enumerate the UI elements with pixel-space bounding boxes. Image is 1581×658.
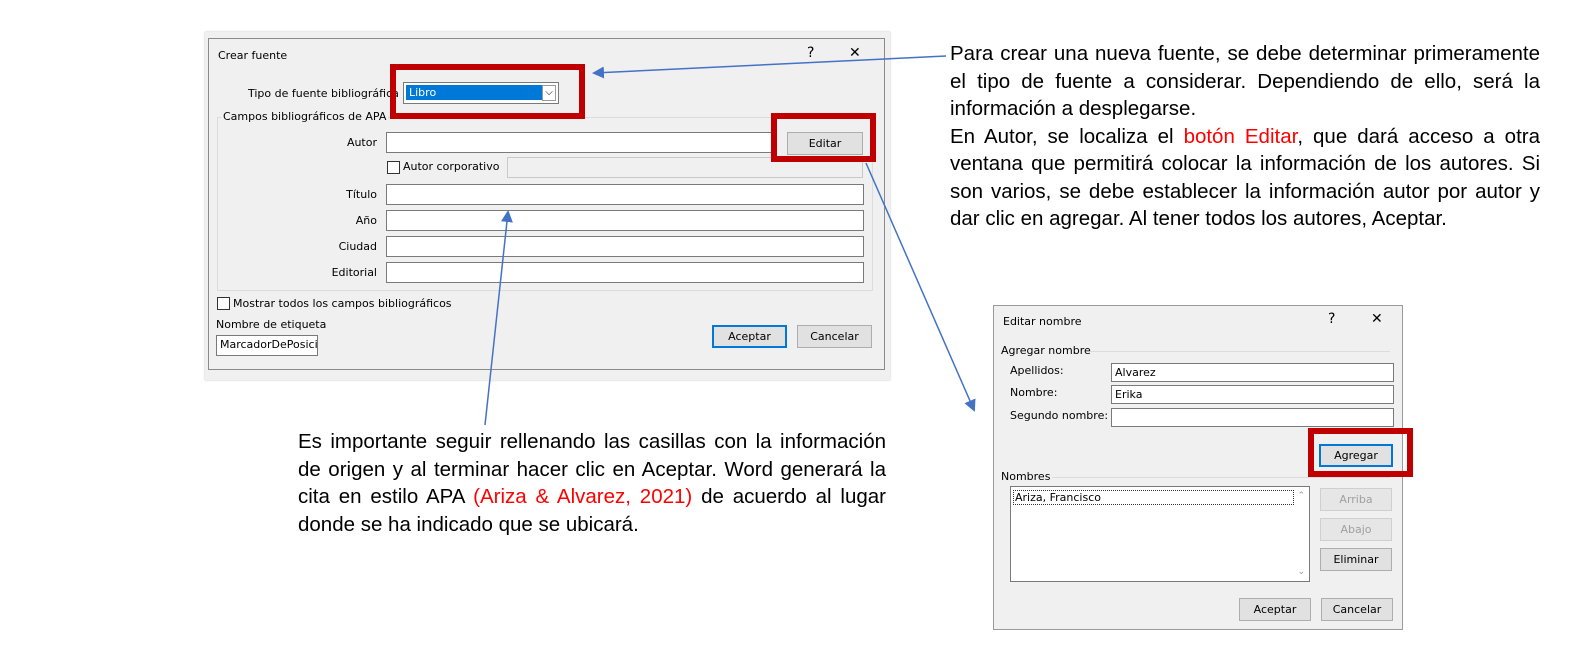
instructions-right: Para crear una nueva fuente, se debe det…	[950, 40, 1540, 233]
paragraph-2-start: En Autor, se localiza el	[950, 124, 1184, 148]
edit-button-reference: botón Editar	[1183, 124, 1298, 148]
paragraph-2: En Autor, se localiza el botón Editar, q…	[950, 123, 1540, 233]
arrow-to-fields	[484, 210, 513, 426]
citation: (Ariza & Alvarez, 2021)	[473, 485, 702, 508]
paragraph-1: Para crear una nueva fuente, se debe det…	[950, 42, 1540, 120]
instructions-bottom: Es importante seguir rellenando las casi…	[298, 428, 886, 538]
arrow-to-source-type	[592, 55, 947, 79]
